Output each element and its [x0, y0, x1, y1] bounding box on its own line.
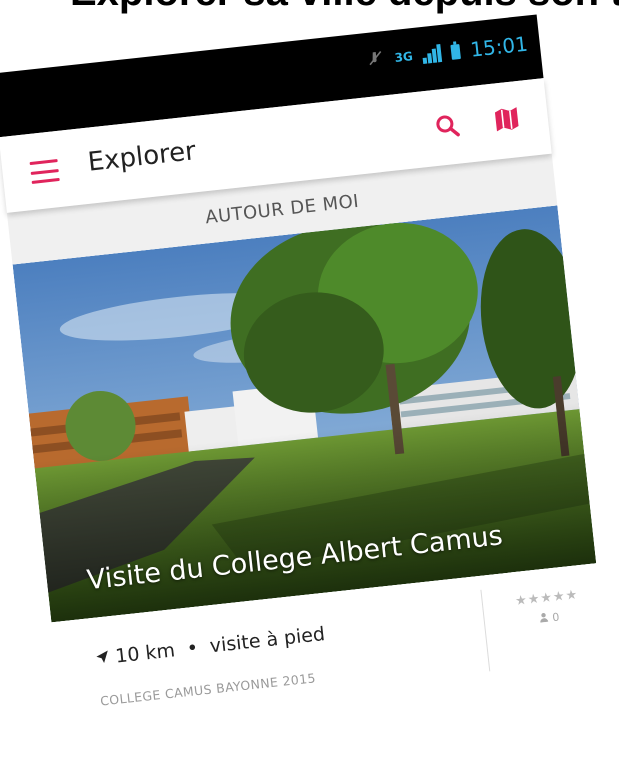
- tab-autour-de-moi[interactable]: AUTOUR DE MOI: [204, 190, 360, 228]
- status-icons: 3G 15:01: [365, 31, 529, 73]
- distance-label: 10 km: [114, 639, 177, 668]
- tour-card-meta: 10 km • visite à pied: [94, 623, 326, 670]
- tour-author: COLLEGE CAMUS BAYONNE 2015: [99, 670, 317, 709]
- tour-type-label: visite à pied: [208, 623, 327, 658]
- status-time: 15:01: [469, 31, 529, 62]
- signal-icon: [422, 43, 443, 64]
- search-icon[interactable]: [428, 107, 465, 144]
- rating-block: ★★★★★ 0: [501, 586, 594, 630]
- person-icon: [538, 612, 549, 626]
- phone-screen: 3G 15:01 Explorer AUTOUR DE MOI Visite d…: [0, 14, 613, 770]
- app-title: Explorer: [86, 136, 198, 178]
- battery-icon: [450, 43, 462, 60]
- navigation-arrow-icon: [94, 646, 110, 669]
- vertical-divider: [480, 589, 491, 672]
- network-type-label: 3G: [393, 49, 414, 66]
- page-heading: Explorer sa ville depuis son téléphone i…: [70, 0, 619, 15]
- rating-count-value: 0: [551, 610, 561, 625]
- map-icon[interactable]: [488, 101, 525, 138]
- hamburger-menu-icon[interactable]: [29, 159, 60, 184]
- mute-icon: [366, 48, 386, 72]
- rating-count: 0: [503, 607, 594, 630]
- tour-card-image[interactable]: Visite du College Albert Camus: [12, 205, 597, 623]
- star-rating: ★★★★★: [514, 587, 579, 610]
- separator-dot: •: [185, 636, 200, 660]
